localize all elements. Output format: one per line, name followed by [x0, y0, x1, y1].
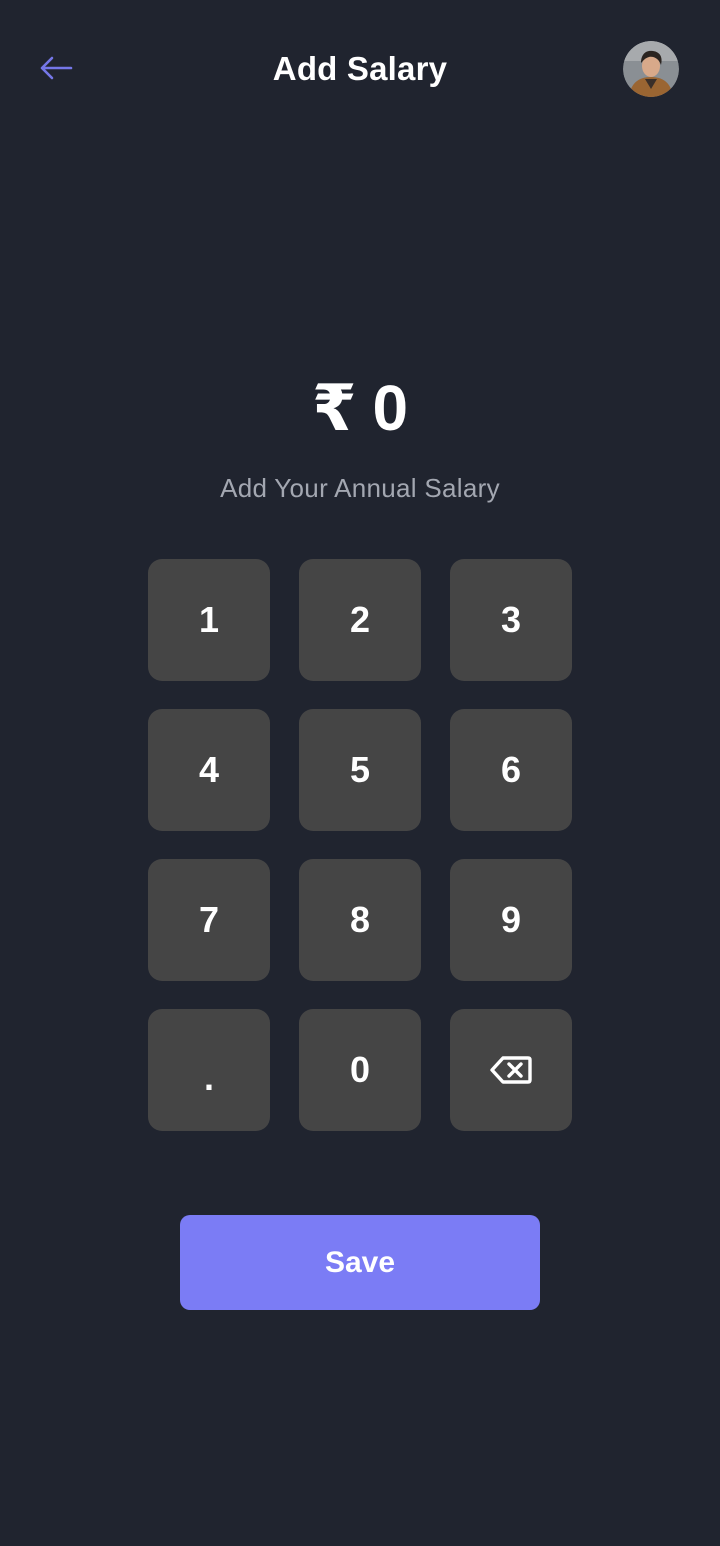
- numeric-keypad: 1 2 3 4 5 6 7 8 9 . 0: [148, 559, 572, 1131]
- user-avatar-icon: [623, 41, 679, 97]
- key-decimal-label: .: [203, 1057, 214, 1098]
- amount-hint: Add Your Annual Salary: [220, 473, 500, 503]
- key-3[interactable]: 3: [450, 559, 572, 681]
- currency-symbol: ₹: [311, 372, 357, 444]
- top-app-bar: Add Salary: [0, 0, 720, 140]
- key-4[interactable]: 4: [148, 709, 270, 831]
- salary-amount-display: ₹0: [0, 370, 720, 446]
- key-decimal[interactable]: .: [148, 1009, 270, 1131]
- page-title: Add Salary: [272, 50, 448, 87]
- key-2[interactable]: 2: [299, 559, 421, 681]
- key-1[interactable]: 1: [148, 559, 270, 681]
- backspace-icon: [490, 1056, 532, 1084]
- key-backspace[interactable]: [450, 1009, 572, 1131]
- key-8[interactable]: 8: [299, 859, 421, 981]
- key-5[interactable]: 5: [299, 709, 421, 831]
- key-9[interactable]: 9: [450, 859, 572, 981]
- key-0[interactable]: 0: [299, 1009, 421, 1131]
- amount-value: 0: [372, 372, 409, 444]
- key-7[interactable]: 7: [148, 859, 270, 981]
- save-button[interactable]: Save: [180, 1215, 540, 1310]
- avatar[interactable]: [623, 41, 679, 97]
- key-6[interactable]: 6: [450, 709, 572, 831]
